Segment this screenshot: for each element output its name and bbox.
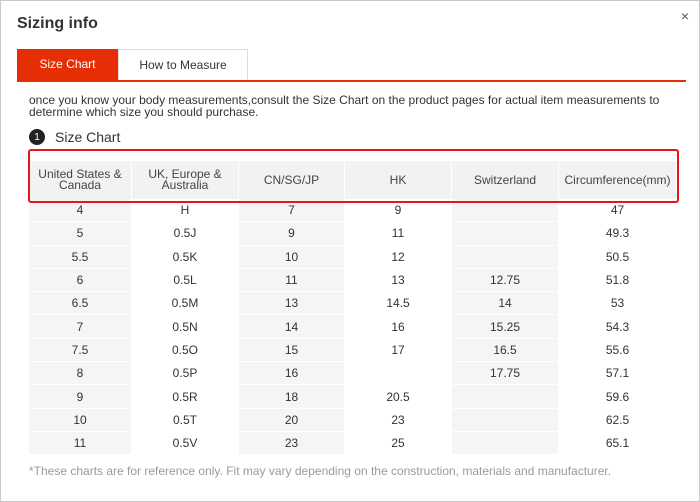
table-cell: 9 bbox=[29, 385, 132, 409]
table-cell: 13 bbox=[345, 268, 452, 293]
table-cell: 65.1 bbox=[559, 431, 677, 456]
section-header: 1 Size Chart bbox=[29, 128, 120, 146]
table-cell: 51.8 bbox=[559, 268, 677, 293]
table-cell: 54.3 bbox=[559, 315, 677, 339]
table-cell: 62.5 bbox=[559, 408, 677, 432]
tab-how-to-measure[interactable]: How to Measure bbox=[118, 49, 248, 80]
table-cell: 12 bbox=[345, 245, 452, 269]
table-cell: 50.5 bbox=[559, 245, 677, 269]
table-cell bbox=[452, 199, 559, 223]
table-cell bbox=[452, 431, 559, 456]
header-us-canada: United States & Canada bbox=[29, 161, 132, 199]
table-header-row: United States & Canada UK, Europe & Aust… bbox=[29, 161, 677, 199]
table-cell: 47 bbox=[559, 199, 677, 223]
table-cell: 23 bbox=[239, 431, 345, 456]
table-row: 8 0.5P 16 17.75 57.1 bbox=[29, 362, 677, 386]
table-cell: 57.1 bbox=[559, 362, 677, 386]
table-cell: 0.5V bbox=[132, 431, 239, 456]
table-cell bbox=[452, 408, 559, 432]
table-cell: 15 bbox=[239, 338, 345, 363]
sizing-info-dialog: Sizing info × Size Chart How to Measure … bbox=[0, 0, 700, 502]
table-cell: 16 bbox=[345, 315, 452, 339]
table-row: 6 0.5L 11 13 12.75 51.8 bbox=[29, 268, 677, 293]
table-cell: 5 bbox=[29, 222, 132, 246]
table-row: 11 0.5V 23 25 65.1 bbox=[29, 431, 677, 456]
table-cell: 10 bbox=[239, 245, 345, 269]
table-cell: 23 bbox=[345, 408, 452, 432]
table-cell: 7 bbox=[29, 315, 132, 339]
table-cell bbox=[452, 222, 559, 246]
table-cell: 17 bbox=[345, 338, 452, 363]
table-cell: 0.5M bbox=[132, 292, 239, 316]
table-row: 7 0.5N 14 16 15.25 54.3 bbox=[29, 315, 677, 339]
table-cell: 0.5N bbox=[132, 315, 239, 339]
tab-size-chart[interactable]: Size Chart bbox=[17, 49, 118, 80]
table-body: 4 H 7 9 47 5 0.5J 9 11 49.3 5.5 0.5K 10 … bbox=[29, 199, 677, 456]
table-cell: 0.5R bbox=[132, 385, 239, 409]
table-row: 4 H 7 9 47 bbox=[29, 199, 677, 223]
header-switzerland: Switzerland bbox=[452, 161, 559, 199]
table-cell: 16 bbox=[239, 362, 345, 386]
header-circumference: Circumference(mm) bbox=[559, 161, 677, 199]
section-title: Size Chart bbox=[55, 129, 121, 145]
table-cell: 4 bbox=[29, 199, 132, 223]
header-uk-europe-australia: UK, Europe & Australia bbox=[132, 161, 239, 199]
table-cell: 12.75 bbox=[452, 268, 559, 293]
table-cell: 11 bbox=[345, 222, 452, 246]
table-row: 9 0.5R 18 20.5 59.6 bbox=[29, 385, 677, 409]
table-cell: 9 bbox=[345, 199, 452, 223]
table-cell: 13 bbox=[239, 292, 345, 316]
table-cell: 0.5J bbox=[132, 222, 239, 246]
table-cell: 53 bbox=[559, 292, 677, 316]
table-cell: 0.5L bbox=[132, 268, 239, 293]
table-cell bbox=[452, 245, 559, 269]
table-cell bbox=[345, 362, 452, 386]
close-icon[interactable]: × bbox=[681, 7, 689, 25]
table-cell: 20 bbox=[239, 408, 345, 432]
table-row: 5.5 0.5K 10 12 50.5 bbox=[29, 245, 677, 269]
table-cell: H bbox=[132, 199, 239, 223]
size-chart-table: United States & Canada UK, Europe & Aust… bbox=[29, 161, 677, 456]
table-row: 6.5 0.5M 13 14.5 14 53 bbox=[29, 292, 677, 316]
table-cell: 6 bbox=[29, 268, 132, 293]
table-cell: 6.5 bbox=[29, 292, 132, 316]
intro-text: once you know your body measurements,con… bbox=[29, 93, 660, 119]
dialog-title: Sizing info bbox=[17, 15, 98, 32]
table-row: 5 0.5J 9 11 49.3 bbox=[29, 222, 677, 246]
header-cn-sg-jp: CN/SG/JP bbox=[239, 161, 345, 199]
table-cell: 18 bbox=[239, 385, 345, 409]
table-cell: 55.6 bbox=[559, 338, 677, 363]
header-hk: HK bbox=[345, 161, 452, 199]
table-cell: 49.3 bbox=[559, 222, 677, 246]
table-cell: 17.75 bbox=[452, 362, 559, 386]
table-cell: 7 bbox=[239, 199, 345, 223]
table-cell: 0.5O bbox=[132, 338, 239, 363]
table-cell: 8 bbox=[29, 362, 132, 386]
table-cell: 14.5 bbox=[345, 292, 452, 316]
table-cell: 11 bbox=[239, 268, 345, 293]
table-cell: 10 bbox=[29, 408, 132, 432]
table-cell: 0.5K bbox=[132, 245, 239, 269]
table-cell: 20.5 bbox=[345, 385, 452, 409]
table-row: 10 0.5T 20 23 62.5 bbox=[29, 408, 677, 432]
table-cell: 14 bbox=[452, 292, 559, 316]
table-cell: 0.5P bbox=[132, 362, 239, 386]
table-cell bbox=[452, 385, 559, 409]
table-cell: 14 bbox=[239, 315, 345, 339]
table-cell: 11 bbox=[29, 431, 132, 456]
table-cell: 7.5 bbox=[29, 338, 132, 363]
table-cell: 16.5 bbox=[452, 338, 559, 363]
tab-bar: Size Chart How to Measure bbox=[17, 49, 686, 82]
footnote: *These charts are for reference only. Fi… bbox=[29, 464, 612, 478]
table-cell: 5.5 bbox=[29, 245, 132, 269]
table-cell: 0.5T bbox=[132, 408, 239, 432]
table-row: 7.5 0.5O 15 17 16.5 55.6 bbox=[29, 338, 677, 363]
table-cell: 9 bbox=[239, 222, 345, 246]
table-cell: 15.25 bbox=[452, 315, 559, 339]
table-cell: 59.6 bbox=[559, 385, 677, 409]
step-number-badge: 1 bbox=[29, 129, 45, 145]
table-cell: 25 bbox=[345, 431, 452, 456]
